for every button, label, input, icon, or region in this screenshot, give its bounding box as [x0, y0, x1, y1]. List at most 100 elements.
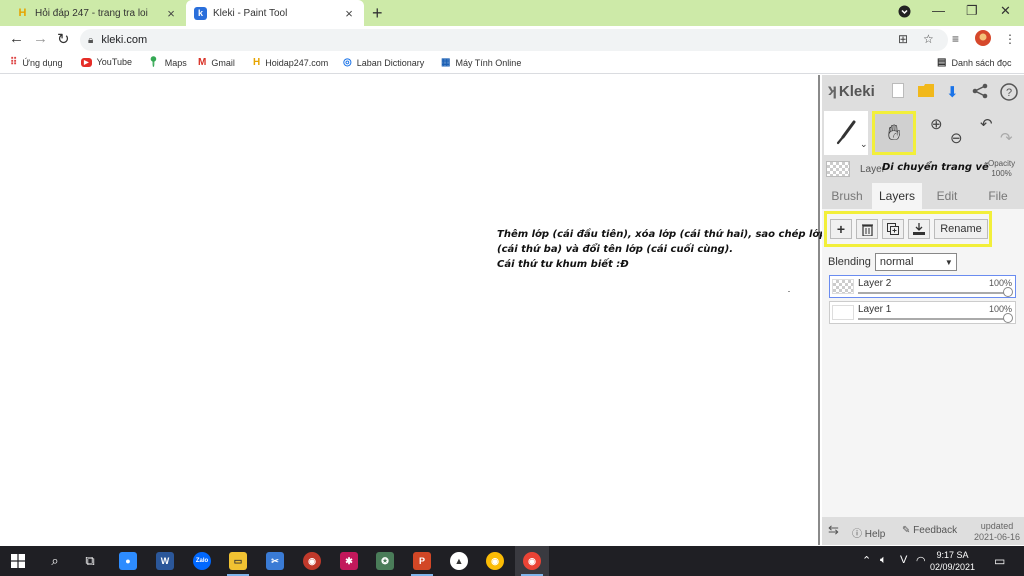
bookmark-label: Laban Dictionary: [356, 57, 425, 68]
bookmark-gmail[interactable]: M Gmail: [198, 57, 235, 68]
zoom-app-icon[interactable]: ●: [119, 552, 137, 570]
gamepad-app-icon[interactable]: ✪: [376, 552, 394, 570]
file-explorer-icon[interactable]: ▭: [229, 552, 247, 570]
bookmark-star-icon[interactable]: ☆: [923, 32, 934, 46]
download-icon[interactable]: ⬇: [946, 83, 959, 101]
volume-icon[interactable]: 🔈︎: [880, 554, 887, 567]
bookmark-laban[interactable]: ◎ Laban Dictionary: [343, 57, 424, 68]
kleki-side-panel: ʞ Kleki ⬇ ? ⌄ ✋︎ ⊕ ⊖ ↶ ↷ Layer Di chuyển…: [822, 75, 1024, 545]
minimize-window-icon[interactable]: —: [932, 3, 945, 18]
powerpoint-app-icon[interactable]: P: [413, 552, 431, 570]
drive-app-icon[interactable]: ▲: [450, 552, 468, 570]
add-layer-button[interactable]: +: [830, 219, 852, 239]
maps-pin-icon: 📍︎: [147, 57, 160, 68]
kleki-tab-bar: Brush Layers Edit File: [822, 183, 1024, 209]
reading-list-label: Danh sách đọc: [951, 57, 1012, 68]
tab-search-icon[interactable]: [898, 5, 911, 21]
bookmark-label: Maps: [164, 57, 187, 68]
task-view-icon[interactable]: ⧉: [81, 552, 99, 570]
reload-icon[interactable]: ↻: [57, 30, 70, 48]
updated-label: updated: [980, 521, 1014, 531]
tab-file[interactable]: File: [972, 183, 1024, 209]
hand-icon: ✋︎: [887, 120, 901, 145]
chrome-app-icon[interactable]: ◉: [486, 552, 504, 570]
delete-layer-button[interactable]: [856, 219, 878, 239]
tab-layers[interactable]: Layers: [872, 183, 922, 209]
bookmark-maps[interactable]: 📍︎ Maps: [147, 57, 187, 68]
kleki-footer: ⇆ ⓘ Help ✎ Feedback updated 2021-06-16: [822, 517, 1024, 545]
bookmark-calculator[interactable]: ▦ Máy Tính Online: [441, 57, 521, 68]
tab-hoidap247[interactable]: H Hỏi đáp 247 - trang tra loi ×: [8, 0, 186, 26]
browser-toolbar: ← → ↻ 🔒︎ kleki.com ⊞ ☆ ≡ ⋮: [0, 26, 1024, 52]
undo-icon[interactable]: ↶: [980, 115, 993, 133]
kleki-logo[interactable]: ʞ Kleki: [828, 82, 875, 100]
layer-thumbnail: [832, 279, 854, 294]
duplicate-layer-button[interactable]: [882, 219, 904, 239]
word-app-icon[interactable]: W: [156, 552, 174, 570]
layer-opacity-slider-handle[interactable]: [1003, 287, 1013, 297]
recorder-app-icon[interactable]: ◉: [303, 552, 321, 570]
system-clock[interactable]: 9:17 SA 02/09/2021: [930, 549, 975, 573]
drawing-canvas[interactable]: Thêm lớp (cái đầu tiên), xóa lớp (cái th…: [0, 75, 826, 545]
new-image-icon[interactable]: [892, 83, 904, 102]
help-circle-icon[interactable]: ?: [1000, 83, 1018, 105]
tab-edit[interactable]: Edit: [922, 183, 972, 209]
swap-side-icon[interactable]: ⇆: [828, 522, 839, 538]
input-language[interactable]: V: [900, 554, 907, 566]
tab-kleki[interactable]: k Kleki - Paint Tool ×: [186, 0, 364, 26]
zalo-app-icon[interactable]: Zalo: [193, 552, 211, 570]
tab-brush[interactable]: Brush: [822, 183, 872, 209]
reading-list-button[interactable]: ▤ Danh sách đọc: [937, 57, 1012, 68]
notification-icon[interactable]: ▭: [994, 554, 1005, 568]
redo-icon[interactable]: ↷: [1000, 129, 1013, 147]
new-tab-button[interactable]: +: [372, 3, 383, 24]
translate-icon[interactable]: ⊞: [898, 32, 908, 46]
help-circle-icon: ⓘ: [852, 529, 862, 540]
hand-tool-button[interactable]: ✋︎: [872, 111, 916, 155]
canvas-annotation-text: Thêm lớp (cái đầu tiên), xóa lớp (cái th…: [497, 227, 826, 272]
snipping-tool-icon[interactable]: ✂: [266, 552, 284, 570]
restore-window-icon[interactable]: ❐: [966, 3, 978, 19]
layer-item-layer-1[interactable]: Layer 1 100%: [829, 301, 1016, 324]
chrome-profile-app-icon[interactable]: ◉: [523, 552, 541, 570]
share-icon[interactable]: [972, 83, 988, 103]
opacity-readout: Opacity 100%: [988, 159, 1015, 179]
merge-layer-button[interactable]: [908, 219, 930, 239]
back-arrow-icon[interactable]: ←: [9, 30, 24, 47]
opacity-label: Opacity: [988, 159, 1016, 168]
layer-opacity-track: [858, 292, 1008, 294]
paint-app-icon[interactable]: ✱: [340, 552, 358, 570]
blending-control: Blending normal ▼: [828, 253, 957, 271]
reading-mode-icon[interactable]: ≡: [952, 32, 959, 46]
address-bar[interactable]: 🔒︎ kleki.com: [80, 29, 948, 51]
open-folder-icon[interactable]: [918, 83, 934, 101]
close-tab-icon[interactable]: ×: [342, 6, 356, 21]
close-tab-icon[interactable]: ×: [164, 6, 178, 21]
tray-chevron-up-icon[interactable]: ⌃: [862, 554, 871, 567]
trash-icon: [861, 223, 873, 236]
zoom-out-icon[interactable]: ⊖: [950, 129, 963, 147]
zoom-in-icon[interactable]: ⊕: [930, 115, 943, 133]
updated-info[interactable]: updated 2021-06-16: [974, 521, 1020, 543]
bookmark-youtube[interactable]: ▶ YouTube: [81, 57, 132, 67]
help-button[interactable]: ⓘ Help: [852, 525, 885, 540]
annotation-line: (cái thứ ba) và đổi tên lớp (cái cuối cù…: [497, 244, 734, 255]
bookmark-apps[interactable]: ⠿ Ứng dụng: [10, 57, 63, 68]
layer-opacity-slider-handle[interactable]: [1003, 313, 1013, 323]
feedback-button[interactable]: ✎ Feedback: [902, 525, 957, 536]
profile-avatar[interactable]: [975, 30, 991, 49]
layer-actions-bar: + Rename: [824, 211, 992, 247]
bookmark-hoidap247[interactable]: H Hoidap247.com: [253, 57, 328, 68]
tab-title: Hỏi đáp 247 - trang tra loi: [35, 7, 148, 19]
layer-item-layer-2[interactable]: Layer 2 100%: [829, 275, 1016, 298]
close-window-icon[interactable]: ✕: [1000, 3, 1011, 19]
rename-layer-button[interactable]: Rename: [934, 219, 988, 239]
wifi-icon[interactable]: ◠: [916, 554, 926, 567]
kleki-logo-icon: ʞ: [828, 82, 837, 99]
kebab-menu-icon[interactable]: ⋮: [1004, 32, 1016, 46]
chevron-down-icon[interactable]: ⌄: [860, 139, 868, 150]
windows-start-icon[interactable]: [9, 552, 27, 570]
blending-mode-select[interactable]: normal ▼: [874, 253, 957, 271]
search-icon[interactable]: ⌕: [46, 552, 64, 570]
forward-arrow-icon[interactable]: →: [33, 30, 48, 47]
